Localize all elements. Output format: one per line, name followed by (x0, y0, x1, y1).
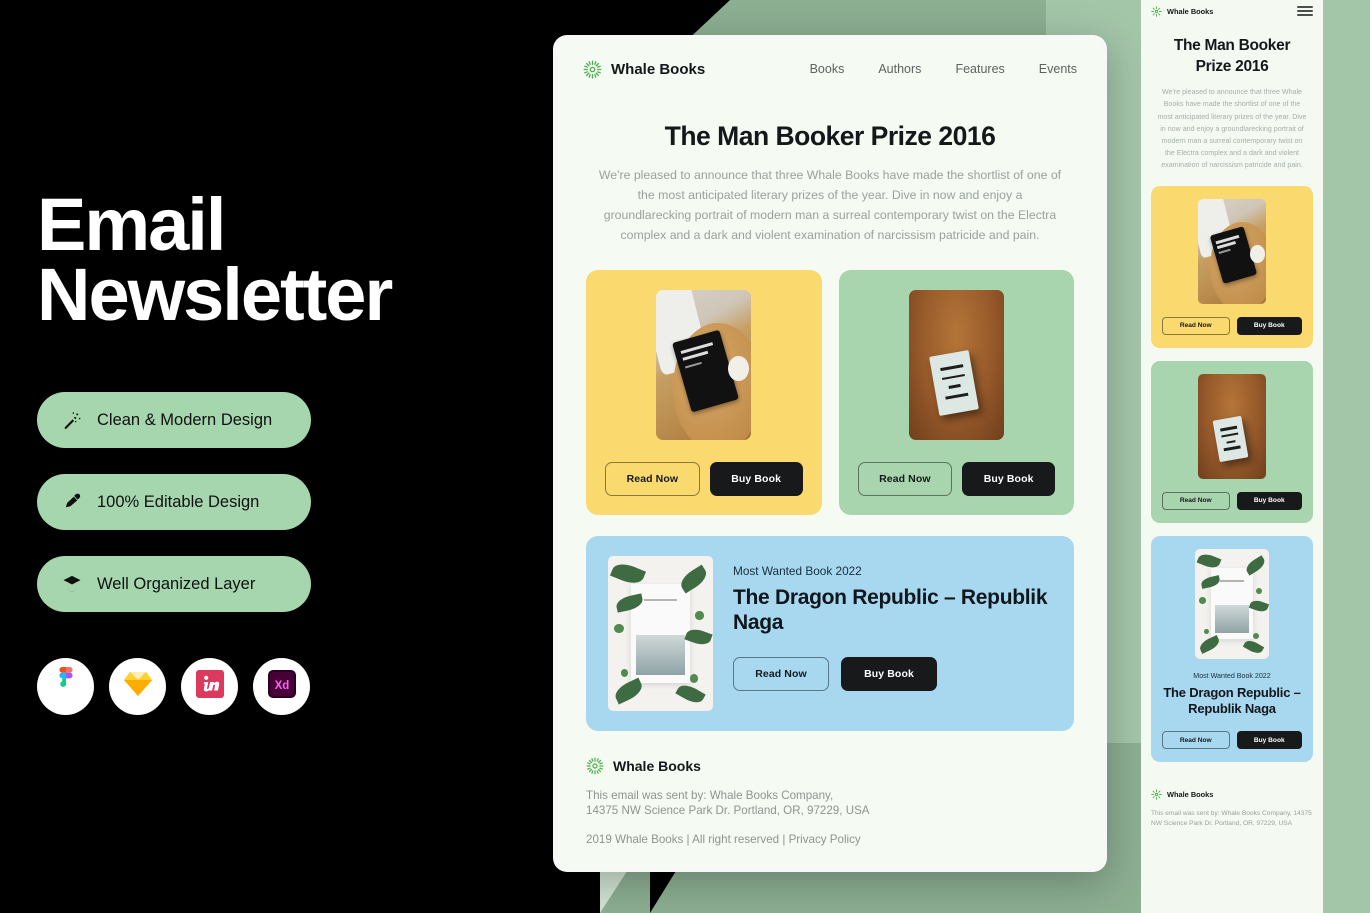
mobile-brand-logo[interactable]: Whale Books (1151, 5, 1214, 17)
nav-item-books[interactable]: Books (810, 62, 845, 76)
email-footer: Whale Books This email was sent by: Whal… (557, 731, 1103, 847)
read-now-button[interactable]: Read Now (857, 461, 953, 496)
hero-title: The Man Booker Prize 2016 (664, 121, 996, 151)
ink-brush-icon (61, 491, 83, 513)
brand-logo[interactable]: Whale Books (583, 60, 705, 79)
mobile-featured-book-kicker: Most Wanted Book 2022 (1193, 671, 1271, 680)
read-now-button[interactable]: Read Now (1162, 491, 1230, 510)
nav-item-authors[interactable]: Authors (878, 62, 921, 76)
mobile-book-card-milk-and-honey: Read Now Buy Book (1151, 185, 1313, 348)
a-book-full-of-hope-photo (1198, 373, 1266, 479)
mobile-email-mockup: Whale Books The Man Booker Prize 2016 We… (1141, 0, 1323, 913)
footer-brand-name: Whale Books (613, 757, 701, 774)
feature-pill-label: Clean & Modern Design (97, 410, 273, 429)
sunburst-icon (1151, 789, 1162, 800)
featured-book-card: Most Wanted Book 2022 The Dragon Republi… (586, 535, 1074, 731)
footer-brand-logo[interactable]: Whale Books (586, 757, 1074, 775)
sketch-logo (123, 670, 153, 703)
layers-icon (61, 573, 83, 595)
buy-book-button[interactable]: Buy Book (841, 657, 937, 691)
book-card-milk-and-honey: Read Now Buy Book (586, 269, 822, 515)
book-card-actions: Read Now Buy Book (605, 461, 803, 496)
hero-section: The Man Booker Prize 2016 We're pleased … (557, 99, 1103, 246)
read-now-button[interactable]: Read Now (733, 657, 829, 691)
book-card-book-full-of-hope: Read Now Buy Book (838, 269, 1074, 515)
buy-book-button[interactable]: Buy Book (1236, 491, 1302, 510)
email-body: Whale Books Books Authors Features Event… (557, 39, 1103, 868)
mobile-featured-book-card: Most Wanted Book 2022 The Dragon Republi… (1151, 535, 1313, 763)
buy-book-button[interactable]: Buy Book (1236, 316, 1302, 335)
invision-logo-badge[interactable] (181, 658, 238, 715)
footer-legal: 2019 Whale Books | All right reserved | … (586, 833, 861, 847)
featured-book-title: The Dragon Republic – Republik Naga (733, 585, 1048, 634)
promo-title-line-1: Email (37, 183, 226, 266)
footer-address-line-1: This email was sent by: Whale Books Comp… (586, 788, 834, 802)
read-now-button[interactable]: Read Now (1162, 316, 1230, 335)
mobile-book-card-actions: Read Now Buy Book (1162, 491, 1302, 510)
featured-book-body: Most Wanted Book 2022 The Dragon Republi… (733, 556, 1052, 711)
feature-pill-clean-modern-design[interactable]: Clean & Modern Design (37, 392, 311, 448)
mobile-footer: Whale Books This email was sent by: Whal… (1141, 775, 1323, 829)
adobe-xd-logo: Xd (267, 670, 296, 703)
promo-title-line-2: Newsletter (37, 252, 393, 336)
sunburst-icon (586, 757, 604, 775)
feature-pill-editable-design[interactable]: 100% Editable Design (37, 474, 311, 530)
sunburst-icon (1151, 5, 1162, 17)
figma-logo-badge[interactable] (37, 658, 94, 715)
nav-item-events[interactable]: Events (1039, 62, 1077, 76)
mobile-featured-book-title: The Dragon Republic – Republik Naga (1163, 684, 1301, 716)
main-nav: Books Authors Features Events (810, 62, 1077, 76)
hamburger-menu-icon[interactable] (1297, 5, 1313, 17)
mobile-book-card-actions: Read Now Buy Book (1162, 316, 1302, 335)
buy-book-button[interactable]: Buy Book (709, 461, 803, 496)
milk-and-honey-book-photo (656, 289, 752, 440)
psalms-book-photo (1195, 548, 1269, 659)
sunburst-icon (583, 60, 602, 79)
hero-body: We're pleased to announce that three Wha… (598, 168, 1062, 242)
milk-and-honey-book-photo (1198, 198, 1266, 304)
desktop-email-mockup: Whale Books Books Authors Features Event… (553, 35, 1107, 872)
adobe-xd-logo-badge[interactable]: Xd (253, 658, 310, 715)
mobile-brand-name: Whale Books (1167, 6, 1214, 16)
read-now-button[interactable]: Read Now (1162, 731, 1230, 750)
sketch-logo-badge[interactable] (109, 658, 166, 715)
featured-book-actions: Read Now Buy Book (733, 657, 1052, 691)
book-cards-row: Read Now Buy Book Read Now Buy Book (557, 246, 1103, 515)
mobile-book-card-book-full-of-hope: Read Now Buy Book (1151, 360, 1313, 523)
feature-pill-label: Well Organized Layer (97, 574, 256, 593)
footer-address-line-2: 14375 NW Science Park Dr. Portland, OR, … (586, 804, 870, 818)
featured-book-kicker: Most Wanted Book 2022 (733, 563, 862, 578)
invision-logo (195, 670, 224, 703)
mobile-hero-section: The Man Booker Prize 2016 We're pleased … (1141, 22, 1323, 172)
mobile-footer-brand-name: Whale Books (1167, 790, 1214, 800)
mobile-hero-title: The Man Booker Prize 2016 (1173, 37, 1291, 75)
book-card-actions: Read Now Buy Book (857, 461, 1055, 496)
email-header: Whale Books Books Authors Features Event… (557, 39, 1103, 99)
svg-text:Xd: Xd (274, 680, 289, 692)
feature-pill-label: 100% Editable Design (97, 492, 260, 511)
page-title: Email Newsletter (37, 183, 457, 336)
brand-name: Whale Books (611, 60, 706, 78)
nav-item-features[interactable]: Features (955, 62, 1004, 76)
buy-book-button[interactable]: Buy Book (962, 461, 1055, 496)
feature-pill-list: Clean & Modern Design 100% Editable Desi… (37, 392, 311, 638)
app-logo-badges: Xd (37, 658, 310, 715)
magic-wand-icon (61, 409, 83, 431)
buy-book-button[interactable]: Buy Book (1236, 731, 1302, 750)
promo-panel: Email Newsletter Clean & Modern Design 1… (0, 0, 600, 913)
mobile-footer-address: This email was sent by: Whale Books Comp… (1151, 810, 1312, 827)
read-now-button[interactable]: Read Now (605, 461, 700, 496)
feature-pill-organized-layer[interactable]: Well Organized Layer (37, 556, 311, 612)
mobile-footer-brand-logo[interactable]: Whale Books (1151, 789, 1313, 800)
psalms-book-photo (608, 555, 713, 711)
a-book-full-of-hope-photo (908, 289, 1004, 440)
poster-canvas: Email Newsletter Clean & Modern Design 1… (0, 0, 1370, 913)
mobile-hero-body: We're pleased to announce that three Wha… (1157, 88, 1307, 170)
mobile-featured-book-actions: Read Now Buy Book (1162, 731, 1302, 750)
mobile-header: Whale Books (1141, 0, 1323, 22)
figma-logo (54, 667, 78, 706)
